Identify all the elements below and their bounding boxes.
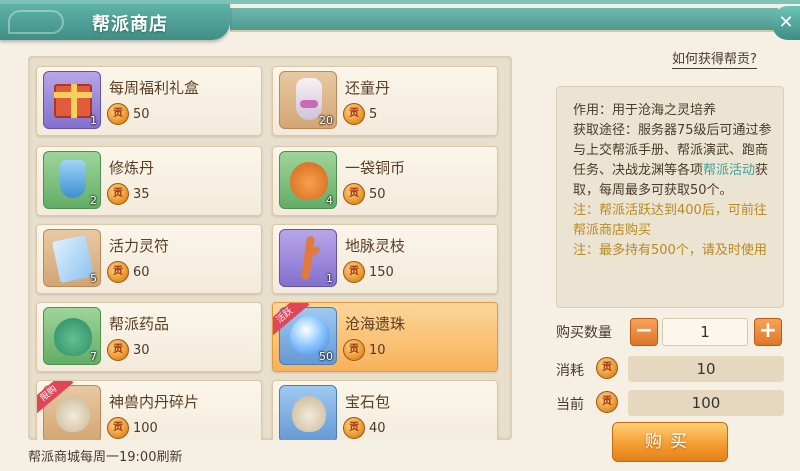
shop-item[interactable]: 20 还童丹 贡 5: [272, 66, 498, 136]
shop-item[interactable]: 宝石包 贡 40: [272, 380, 498, 440]
item-price: 50: [133, 107, 150, 122]
decrease-quantity-button[interactable]: −: [630, 318, 658, 346]
item-name: 沧海遗珠: [345, 315, 406, 333]
coin-bag-icon: 4: [279, 151, 337, 209]
item-count: 1: [326, 272, 333, 285]
item-price: 100: [133, 421, 158, 436]
vase-icon: 20: [279, 71, 337, 129]
item-name: 活力灵符: [109, 237, 170, 255]
close-button[interactable]: ✕: [772, 6, 800, 40]
top-band: [230, 8, 778, 32]
item-price: 10: [369, 343, 386, 358]
item-name: 宝石包: [345, 393, 391, 411]
gem-bag-icon: [279, 385, 337, 440]
contribution-coin-icon: 贡: [343, 417, 365, 439]
contribution-coin-icon: 贡: [596, 357, 618, 379]
gift-box-icon: 1: [43, 71, 101, 129]
branch-icon: 1: [279, 229, 337, 287]
item-price: 35: [133, 187, 150, 202]
cost-label: 消耗: [556, 363, 584, 379]
item-name: 还童丹: [345, 79, 391, 97]
medicine-bag-icon: 7: [43, 307, 101, 365]
shop-item[interactable]: 7 帮派药品 贡 30: [36, 302, 262, 372]
current-label: 当前: [556, 397, 584, 413]
note-activity: 注：帮派活跃达到400后，可前往帮派商店购买: [573, 203, 767, 238]
increase-quantity-button[interactable]: +: [754, 318, 782, 346]
flask-icon: 2: [43, 151, 101, 209]
shop-item[interactable]: 限购 神兽内丹碎片 贡 100: [36, 380, 262, 440]
cost-value: 10: [628, 356, 784, 382]
item-price: 40: [369, 421, 386, 436]
shop-item[interactable]: 1 地脉灵枝 贡 150: [272, 224, 498, 294]
shop-item-selected[interactable]: 50 活跃 沧海遗珠 贡 10: [272, 302, 498, 372]
how-to-get-contribution-link[interactable]: 如何获得帮贡?: [672, 52, 757, 69]
item-description: 作用：用于沧海之灵培养 获取途径：服务器75级后可通过参与上交帮派手册、帮派演武…: [556, 86, 784, 308]
contribution-coin-icon: 贡: [107, 339, 129, 361]
guild-activity-link[interactable]: 帮派活动: [703, 163, 755, 178]
shop-item[interactable]: 1 每周福利礼盒 贡 50: [36, 66, 262, 136]
page-title: 帮派商店: [92, 14, 168, 35]
contribution-coin-icon: 贡: [343, 103, 365, 125]
item-name: 一袋铜币: [345, 159, 406, 177]
item-count: 50: [319, 350, 333, 363]
item-price: 150: [369, 265, 394, 280]
shop-window: 帮派商店 ✕ 1 每周福利礼盒 贡 50 20 还童丹 贡 5 2 修炼丹 贡 …: [0, 0, 800, 471]
shop-item[interactable]: 5 活力灵符 贡 60: [36, 224, 262, 294]
contribution-coin-icon: 贡: [343, 261, 365, 283]
note-limit: 注：最多持有500个，请及时使用: [573, 243, 767, 258]
item-name: 修炼丹: [109, 159, 155, 177]
item-count: 7: [90, 350, 97, 363]
contribution-coin-icon: 贡: [107, 183, 129, 205]
item-price: 60: [133, 265, 150, 280]
quantity-label: 购买数量: [556, 325, 612, 341]
current-value: 100: [628, 390, 784, 416]
title-bar: 帮派商店: [0, 4, 230, 40]
item-count: 5: [90, 272, 97, 285]
title-ornament-icon: [8, 10, 64, 34]
contribution-coin-icon: 贡: [596, 391, 618, 413]
contribution-coin-icon: 贡: [107, 103, 129, 125]
shop-item[interactable]: 4 一袋铜币 贡 50: [272, 146, 498, 216]
item-price: 5: [369, 107, 378, 122]
item-price: 50: [369, 187, 386, 202]
item-list[interactable]: 1 每周福利礼盒 贡 50 20 还童丹 贡 5 2 修炼丹 贡 35 4 一袋…: [28, 56, 512, 440]
quantity-field[interactable]: 1: [662, 318, 748, 346]
item-count: 4: [326, 194, 333, 207]
item-name: 地脉灵枝: [345, 237, 406, 255]
talisman-icon: 5: [43, 229, 101, 287]
item-count: 20: [319, 114, 333, 127]
refresh-notice: 帮派商城每周一19:00刷新: [28, 450, 183, 465]
item-name: 每周福利礼盒: [109, 79, 200, 97]
item-count: 1: [90, 114, 97, 127]
item-count: 2: [90, 194, 97, 207]
contribution-coin-icon: 贡: [343, 183, 365, 205]
contribution-coin-icon: 贡: [343, 339, 365, 361]
item-name: 神兽内丹碎片: [109, 393, 200, 411]
shop-item[interactable]: 2 修炼丹 贡 35: [36, 146, 262, 216]
source-text: 获取途径：服务器75级后可通过参与上交帮派手册、帮派演武、跑商任务、决战龙渊等各…: [573, 121, 773, 201]
buy-button[interactable]: 购买: [612, 422, 728, 462]
usage-text: 作用：用于沧海之灵培养: [573, 103, 717, 118]
contribution-coin-icon: 贡: [107, 417, 129, 439]
contribution-coin-icon: 贡: [107, 261, 129, 283]
item-price: 30: [133, 343, 150, 358]
item-name: 帮派药品: [109, 315, 170, 333]
